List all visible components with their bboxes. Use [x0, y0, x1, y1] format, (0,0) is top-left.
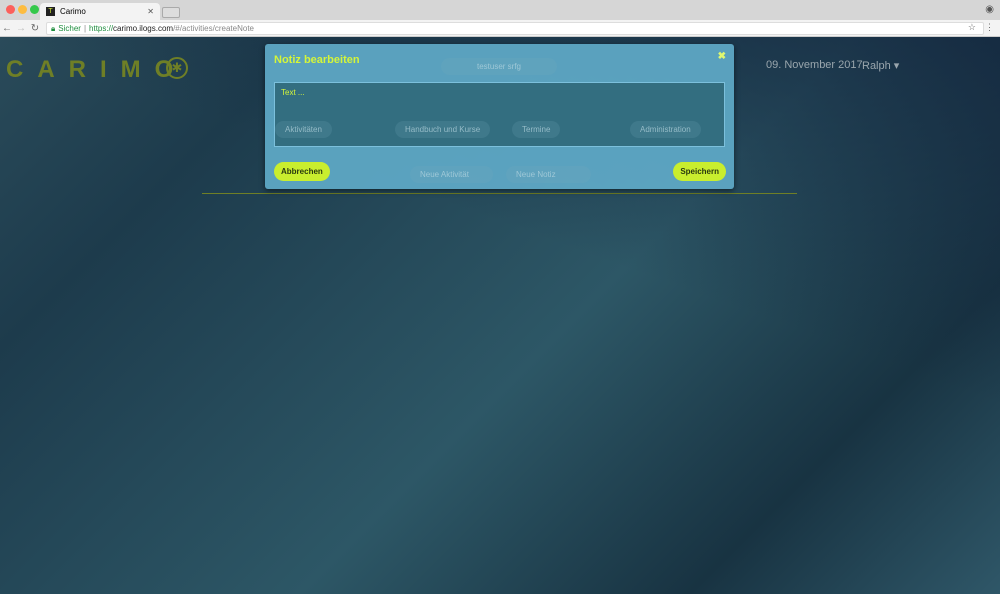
- back-icon[interactable]: ←: [0, 23, 14, 34]
- current-date: 09. November 2017: [766, 59, 863, 71]
- user-menu[interactable]: Ralph ▾: [862, 59, 899, 72]
- url-scheme: https://: [89, 24, 114, 33]
- favicon-icon: T: [46, 7, 55, 16]
- new-tab-button[interactable]: [162, 7, 180, 18]
- url-path: /#/activities/createNote: [173, 24, 254, 33]
- note-text-input[interactable]: Text ...: [274, 82, 725, 147]
- secure-label: Sicher: [58, 24, 81, 33]
- cancel-button[interactable]: Abbrechen: [274, 162, 330, 181]
- logo: CARIMO: [6, 56, 188, 83]
- reload-icon[interactable]: ↻: [28, 23, 42, 34]
- browser-toolbar: ← → ↻ 🔒︎ Sicher | https://carimo.ilogs.com/…: [0, 20, 1000, 37]
- forward-icon[interactable]: →: [14, 23, 28, 34]
- edit-note-modal: Notiz bearbeiten ✖ Text ... Abbrechen Sp…: [265, 44, 734, 189]
- tab-title: Carimo: [60, 7, 86, 16]
- profile-icon[interactable]: ◉: [985, 4, 994, 15]
- modal-title: Notiz bearbeiten: [274, 54, 360, 66]
- lock-icon: 🔒︎: [51, 23, 56, 33]
- browser-tab[interactable]: T Carimo ✕: [40, 3, 160, 20]
- menu-icon[interactable]: ⋮: [985, 22, 994, 33]
- vitruvian-logo-icon: ✱: [166, 57, 188, 79]
- close-icon[interactable]: ✖: [718, 51, 726, 62]
- close-window-icon[interactable]: [6, 5, 15, 14]
- save-button[interactable]: Speichern: [673, 162, 726, 181]
- bookmark-star-icon[interactable]: ☆: [968, 22, 976, 33]
- divider: [202, 193, 797, 194]
- browser-tabbar: T Carimo ✕ ◉: [0, 0, 1000, 20]
- close-tab-icon[interactable]: ✕: [147, 7, 154, 16]
- address-bar[interactable]: 🔒︎ Sicher | https://carimo.ilogs.com/#/ac…: [46, 22, 984, 35]
- url-host: carimo.ilogs.com: [113, 24, 174, 33]
- maximize-window-icon[interactable]: [30, 5, 39, 14]
- minimize-window-icon[interactable]: [18, 5, 27, 14]
